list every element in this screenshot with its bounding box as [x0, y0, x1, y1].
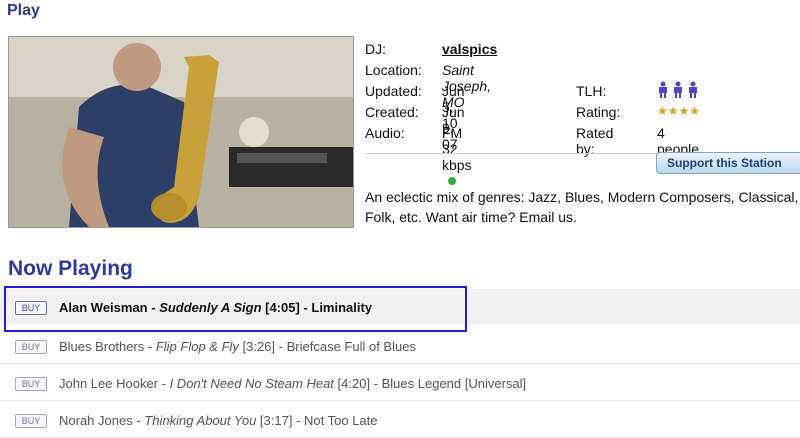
play-link[interactable]: Play: [7, 2, 40, 20]
created-label: Created:: [365, 104, 419, 120]
support-station-button[interactable]: Support this Station: [656, 152, 800, 174]
audio-label: Audio:: [365, 125, 405, 141]
rating-stars-icon: ★★★★: [657, 104, 701, 118]
track-info: Blues Brothers - Flip Flop & Fly [3:26] …: [59, 339, 416, 354]
track-artist: Norah Jones: [59, 413, 133, 428]
audio-quality-text: FM 32 kbps: [442, 125, 472, 173]
track-row: BUY Norah Jones - Thinking About You [3:1…: [0, 402, 800, 438]
track-duration: [4:20]: [333, 376, 371, 391]
buy-button[interactable]: BUY: [15, 414, 47, 428]
track-title: Flip Flop & Fly: [155, 339, 239, 354]
track-title: I Don't Need No Steam Heat: [169, 376, 334, 391]
updated-label: Updated:: [365, 83, 422, 99]
track-album: Not Too Late: [304, 413, 378, 428]
track-artist: Blues Brothers: [59, 339, 145, 354]
track-duration: [3:26]: [238, 339, 276, 354]
track-album: Blues Legend [Universal]: [381, 376, 527, 391]
track-duration: [3:17]: [256, 413, 293, 428]
rating-label: Rating:: [576, 104, 621, 120]
location-label: Location:: [365, 62, 422, 78]
row-divider: [0, 363, 800, 364]
station-photo: [8, 36, 354, 228]
track-info: John Lee Hooker - I Don't Need No Steam …: [59, 376, 527, 391]
track-title: Thinking About You: [144, 413, 257, 428]
now-playing-heading: Now Playing: [8, 257, 133, 280]
track-row: BUY Blues Brothers - Flip Flop & Fly [3:2…: [0, 328, 800, 364]
row-divider: [0, 400, 800, 401]
station-description: An eclectic mix of genres: Jazz, Blues, …: [365, 189, 799, 225]
tlh-people-icon: [657, 81, 701, 99]
track-artist: John Lee Hooker: [59, 376, 159, 391]
audio-value: FM 32 kbps: [442, 125, 472, 189]
buy-button[interactable]: BUY: [15, 340, 47, 354]
track-row: BUY John Lee Hooker - I Don't Need No Ste…: [0, 365, 800, 401]
track-info: Norah Jones - Thinking About You [3:17] …: [59, 413, 378, 428]
track-album: Briefcase Full of Blues: [286, 339, 416, 354]
dj-link[interactable]: valspics: [442, 41, 497, 57]
tlh-label: TLH:: [576, 83, 607, 99]
buy-button[interactable]: BUY: [15, 377, 47, 391]
audio-status-icon: [448, 177, 456, 185]
current-track-highlight: [4, 286, 467, 332]
dj-label: DJ:: [365, 41, 386, 57]
